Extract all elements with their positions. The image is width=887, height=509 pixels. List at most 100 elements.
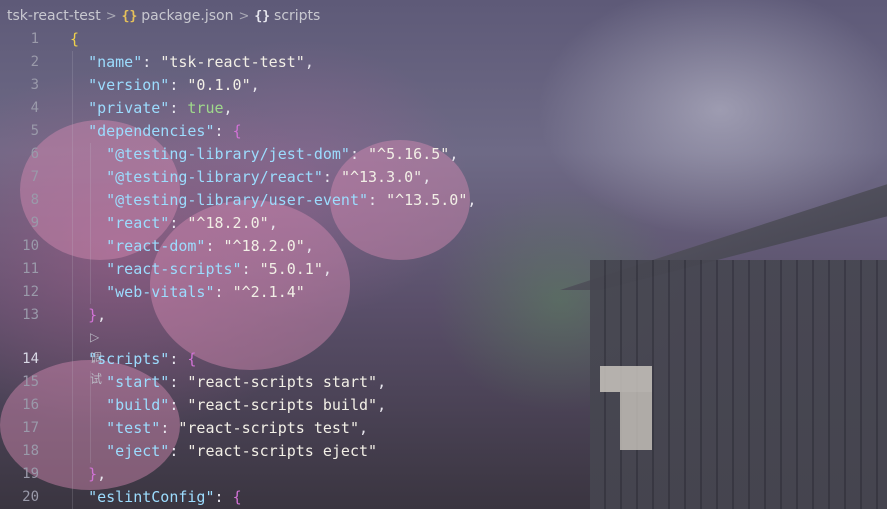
indent-guide bbox=[90, 166, 91, 189]
indent-guide bbox=[90, 258, 91, 281]
code-token: } bbox=[88, 465, 98, 483]
code-token: "eject" bbox=[106, 442, 170, 460]
code-token: "@testing-library/jest-dom" bbox=[106, 145, 350, 163]
code-token: "@testing-library/react" bbox=[106, 168, 323, 186]
indent-guide bbox=[90, 394, 91, 417]
breadcrumb: tsk-react-test > {} package.json > {} sc… bbox=[0, 0, 887, 32]
indent-guide bbox=[72, 394, 73, 417]
code-token: : bbox=[368, 191, 387, 209]
code-token: { bbox=[187, 350, 197, 368]
line-number: 4 bbox=[30, 100, 39, 116]
line-number: 5 bbox=[30, 123, 39, 139]
code-token: : bbox=[205, 237, 224, 255]
code-token: , bbox=[97, 306, 107, 324]
indent-guide bbox=[90, 212, 91, 235]
indent-guide bbox=[72, 120, 73, 143]
code-text: "scripts": { bbox=[70, 348, 196, 371]
indent-guide bbox=[90, 235, 91, 258]
play-icon: ▷ bbox=[90, 330, 100, 344]
code-token: "react-scripts start" bbox=[187, 373, 378, 391]
code-token: "version" bbox=[88, 76, 170, 94]
code-token: : bbox=[169, 350, 188, 368]
code-token: true bbox=[187, 99, 224, 117]
code-token: "react-scripts eject" bbox=[187, 442, 378, 460]
code-token: , bbox=[223, 99, 233, 117]
code-token: , bbox=[322, 260, 332, 278]
code-token: : bbox=[169, 76, 188, 94]
code-token: , bbox=[250, 76, 260, 94]
indent-guide bbox=[72, 371, 73, 394]
code-token: } bbox=[88, 306, 98, 324]
line-number: 10 bbox=[22, 238, 39, 254]
line-number: 19 bbox=[22, 466, 39, 482]
indent-guide bbox=[72, 327, 73, 348]
code-token: "^5.16.5" bbox=[368, 145, 450, 163]
code-token: , bbox=[467, 191, 477, 209]
line-number: 16 bbox=[22, 397, 39, 413]
code-text: "react-scripts": "5.0.1", bbox=[70, 258, 332, 281]
indent-guide bbox=[90, 189, 91, 212]
code-token: : bbox=[214, 488, 233, 506]
indent-guide bbox=[72, 74, 73, 97]
indent-guide bbox=[72, 166, 73, 189]
code-text: "version": "0.1.0", bbox=[70, 74, 260, 97]
code-token: : bbox=[160, 419, 179, 437]
code-text: { bbox=[70, 28, 79, 51]
line-number: 13 bbox=[22, 307, 39, 323]
code-text: "web-vitals": "^2.1.4" bbox=[70, 281, 305, 304]
code-token: : bbox=[349, 145, 369, 163]
code-text: "dependencies": { bbox=[70, 120, 242, 143]
line-number: 8 bbox=[30, 192, 39, 208]
code-token: , bbox=[449, 145, 459, 163]
code-text: "build": "react-scripts build", bbox=[70, 394, 386, 417]
code-token: : bbox=[169, 396, 188, 414]
code-token: : bbox=[169, 214, 188, 232]
indent-guide bbox=[90, 440, 91, 463]
breadcrumb-folder[interactable]: tsk-react-test bbox=[7, 8, 101, 24]
line-number: 1 bbox=[30, 31, 39, 47]
code-text: "private": true, bbox=[70, 97, 233, 120]
code-text: "eject": "react-scripts eject" bbox=[70, 440, 377, 463]
code-text: "react": "^18.2.0", bbox=[70, 212, 278, 235]
code-token: "scripts" bbox=[88, 350, 170, 368]
code-token: "react-scripts" bbox=[106, 260, 242, 278]
code-token: "^2.1.4" bbox=[232, 283, 305, 301]
line-number: 9 bbox=[30, 215, 39, 231]
code-editor[interactable]: tsk-react-test > {} package.json > {} sc… bbox=[0, 0, 887, 509]
code-token: : bbox=[169, 442, 188, 460]
code-token: : bbox=[142, 53, 161, 71]
line-number: 6 bbox=[30, 146, 39, 162]
breadcrumb-file[interactable]: package.json bbox=[141, 8, 233, 24]
code-token: : bbox=[241, 260, 260, 278]
code-token: "start" bbox=[106, 373, 170, 391]
indent-guide bbox=[72, 348, 73, 371]
line-number: 2 bbox=[30, 54, 39, 70]
code-token: { bbox=[232, 122, 242, 140]
code-token: "private" bbox=[88, 99, 170, 117]
breadcrumb-separator: > bbox=[105, 8, 117, 24]
code-token: "eslintConfig" bbox=[88, 488, 215, 506]
indent-guide bbox=[72, 486, 73, 509]
code-token: "^13.3.0" bbox=[340, 168, 423, 186]
breadcrumb-symbol[interactable]: scripts bbox=[274, 8, 320, 24]
code-text: "test": "react-scripts test", bbox=[70, 417, 368, 440]
code-token: "react-dom" bbox=[106, 237, 206, 255]
code-token: : bbox=[169, 373, 188, 391]
code-text: }, bbox=[70, 463, 106, 486]
code-token: , bbox=[377, 373, 387, 391]
code-text: "start": "react-scripts start", bbox=[70, 371, 386, 394]
code-token: "^18.2.0" bbox=[187, 214, 269, 232]
code-token: "0.1.0" bbox=[187, 76, 251, 94]
code-token: "@testing-library/user-event" bbox=[106, 191, 369, 209]
indent-guide bbox=[72, 235, 73, 258]
line-number: 11 bbox=[22, 261, 39, 277]
code-token: "dependencies" bbox=[88, 122, 215, 140]
code-token: , bbox=[377, 396, 387, 414]
code-token: "web-vitals" bbox=[106, 283, 215, 301]
